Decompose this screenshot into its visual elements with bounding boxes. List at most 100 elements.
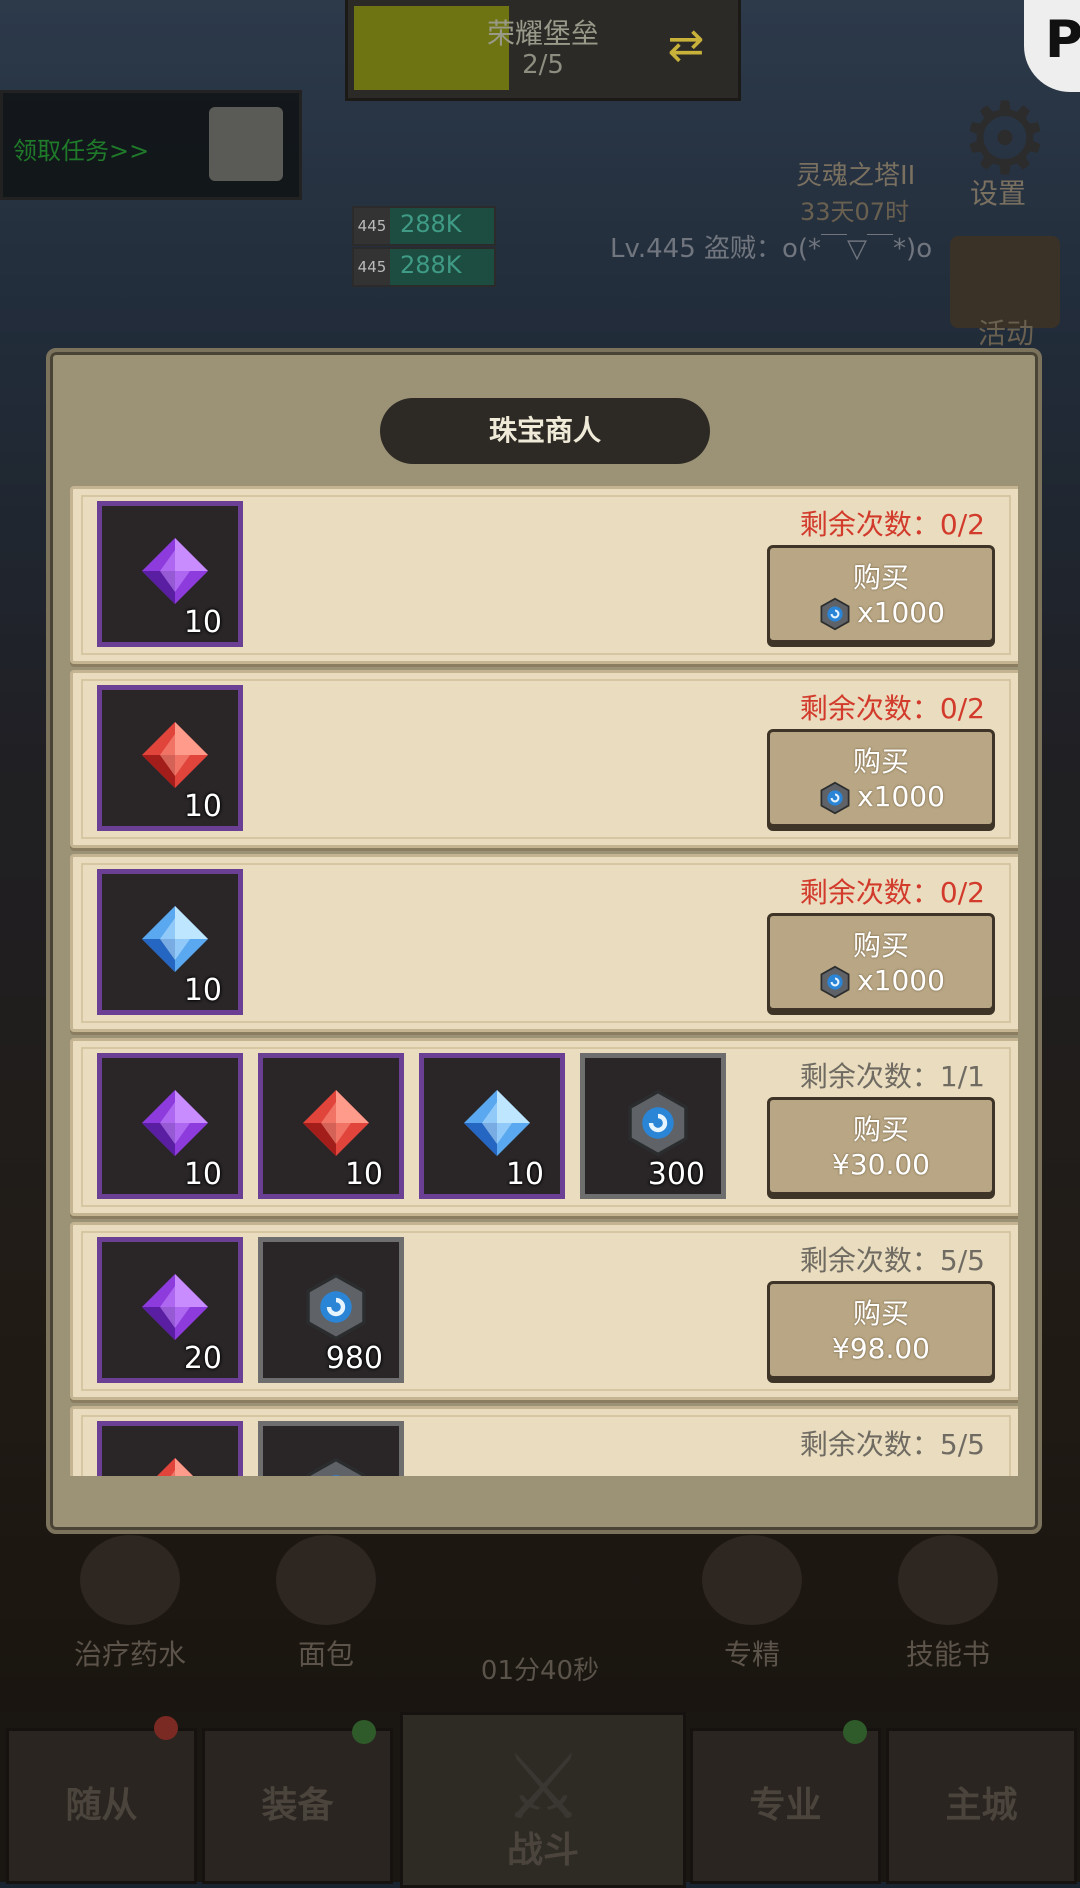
coin-icon [817, 965, 853, 999]
item-quantity: 10 [183, 789, 222, 824]
hp-bar: 445 288K [352, 206, 496, 246]
purple-gem-icon [140, 536, 210, 606]
battle-timer: 01分40秒 [480, 1656, 600, 1686]
nav-tab-equipment: 装备 [202, 1728, 393, 1884]
bottom-nav: 随从 装备 ⚔ 战斗 专业 主城 [0, 1712, 1080, 1888]
nav-tab-main-city: 主城 [886, 1728, 1077, 1884]
buy-button[interactable]: 购买 x1000 [767, 913, 995, 1011]
remaining-count: 剩余次数：5/5 [799, 1428, 985, 1461]
hp-bar: 445 288K [352, 247, 496, 287]
item-quantity: 10 [344, 1157, 383, 1192]
swap-icon: ⇄ [667, 20, 705, 71]
hp-bar-value: 288K [400, 210, 462, 238]
price-label: x1000 [770, 596, 992, 631]
purple-gem-icon [140, 1088, 210, 1158]
coin-icon [623, 1088, 693, 1158]
price-value: x1000 [857, 596, 945, 629]
price-label: x1000 [770, 964, 992, 999]
bread-icon [276, 1535, 376, 1625]
nav-tab-followers: 随从 [6, 1728, 197, 1884]
offer-row: 10 剩余次数：0/2 购买 x1000 [70, 854, 1018, 1032]
alert-dot-icon [154, 1716, 178, 1740]
hp-bar-value: 288K [400, 251, 462, 279]
book-icon [898, 1535, 998, 1625]
coin-icon [817, 597, 853, 631]
remaining-count: 剩余次数：0/2 [799, 876, 985, 909]
specialization-icon [702, 1535, 802, 1625]
coin-icon [817, 781, 853, 815]
item-quantity: 300 [647, 1157, 705, 1192]
remaining-count: 剩余次数：0/2 [799, 508, 985, 541]
glory-fortress-badge: 荣耀堡垒 2/5 ⇄ [345, 0, 741, 101]
purple-gem-icon [140, 1272, 210, 1342]
buy-button-label: 购买 [852, 745, 909, 778]
offer-row: 剩余次数：5/5 [70, 1406, 1018, 1476]
buy-button-label: 购买 [852, 561, 909, 594]
buy-button[interactable]: 购买 ¥98.00 [767, 1281, 995, 1379]
potion-icon [80, 1535, 180, 1625]
reward-item-slot[interactable] [258, 1421, 404, 1476]
reward-item-slot[interactable]: 10 [97, 501, 243, 647]
offer-row: 10 10 10 300 剩余次数：1/1 购买 ¥30.00 [70, 1038, 1018, 1216]
buy-button[interactable]: 购买 ¥30.00 [767, 1097, 995, 1195]
red-gem-icon [140, 1456, 210, 1476]
blue-gem-icon [140, 904, 210, 974]
hp-bar-level: 445 [354, 249, 390, 285]
remaining-count: 剩余次数：5/5 [799, 1244, 985, 1277]
remaining-count: 剩余次数：0/2 [799, 692, 985, 725]
tower-name: 灵魂之塔II [796, 161, 916, 191]
price-value: x1000 [857, 964, 945, 997]
reward-item-slot[interactable]: 10 [419, 1053, 565, 1199]
coin-icon [301, 1456, 371, 1476]
price-value: ¥98.00 [832, 1332, 930, 1365]
red-gem-icon [301, 1088, 371, 1158]
player-level-line: Lv.445 盗贼：o(*￣▽￣*)o [610, 234, 933, 264]
buy-button-label: 购买 [852, 929, 909, 962]
nav-tab-profession: 专业 [690, 1728, 881, 1884]
price-value: ¥30.00 [832, 1148, 930, 1181]
jeweler-dialog: 珠宝商人 10 剩余次数：0/2 购买 x1000 10 剩余次数：0/2 购买 x1000 1… [46, 348, 1042, 1534]
dialog-title: 珠宝商人 [380, 398, 710, 464]
offer-row: 10 剩余次数：0/2 购买 x1000 [70, 486, 1018, 664]
hp-bar-level: 445 [354, 208, 390, 244]
item-quantity: 10 [183, 605, 222, 640]
buy-button[interactable]: 购买 x1000 [767, 545, 995, 643]
tower-time: 33天07时 [800, 198, 910, 226]
reward-item-slot[interactable]: 20 [97, 1237, 243, 1383]
notify-dot-icon [843, 1720, 867, 1744]
item-quantity: 10 [183, 973, 222, 1008]
red-gem-icon [140, 720, 210, 790]
price-label: x1000 [770, 780, 992, 815]
reward-item-slot[interactable] [97, 1421, 243, 1476]
blue-gem-icon [462, 1088, 532, 1158]
reward-item-slot[interactable]: 300 [580, 1053, 726, 1199]
reward-item-slot[interactable]: 10 [97, 869, 243, 1015]
buy-button[interactable]: 购买 x1000 [767, 729, 995, 827]
reward-item-slot[interactable]: 10 [97, 685, 243, 831]
nav-tab-label: 战斗 [506, 1830, 579, 1871]
price-value: x1000 [857, 780, 945, 813]
quest-box: 领取任务>> [0, 90, 302, 200]
buy-button-label: 购买 [852, 1113, 909, 1146]
remaining-count: 剩余次数：1/1 [799, 1060, 985, 1093]
reward-item-slot[interactable]: 10 [97, 1053, 243, 1199]
reward-item-slot[interactable]: 980 [258, 1237, 404, 1383]
settings-label: 设置 [970, 177, 1027, 210]
offer-row: 20 980 剩余次数：5/5 购买 ¥98.00 [70, 1222, 1018, 1400]
claim-quest-link: 领取任务>> [13, 137, 150, 165]
item-quantity: 10 [505, 1157, 544, 1192]
item-quantity: 980 [325, 1341, 383, 1376]
price-label: ¥30.00 [770, 1148, 992, 1181]
price-label: ¥98.00 [770, 1332, 992, 1365]
item-quantity: 20 [183, 1341, 222, 1376]
reward-item-slot[interactable]: 10 [258, 1053, 404, 1199]
item-quantity: 10 [183, 1157, 222, 1192]
notify-dot-icon [352, 1720, 376, 1744]
offer-list[interactable]: 10 剩余次数：0/2 购买 x1000 10 剩余次数：0/2 购买 x1000 10 剩余次数… [70, 486, 1018, 1476]
offer-row: 10 剩余次数：0/2 购买 x1000 [70, 670, 1018, 848]
nav-tab-battle: ⚔ 战斗 [400, 1712, 686, 1888]
buy-button-label: 购买 [852, 1297, 909, 1330]
quest-item-slot [209, 107, 283, 181]
activity-label: 活动 [978, 317, 1035, 350]
coin-icon [301, 1272, 371, 1342]
